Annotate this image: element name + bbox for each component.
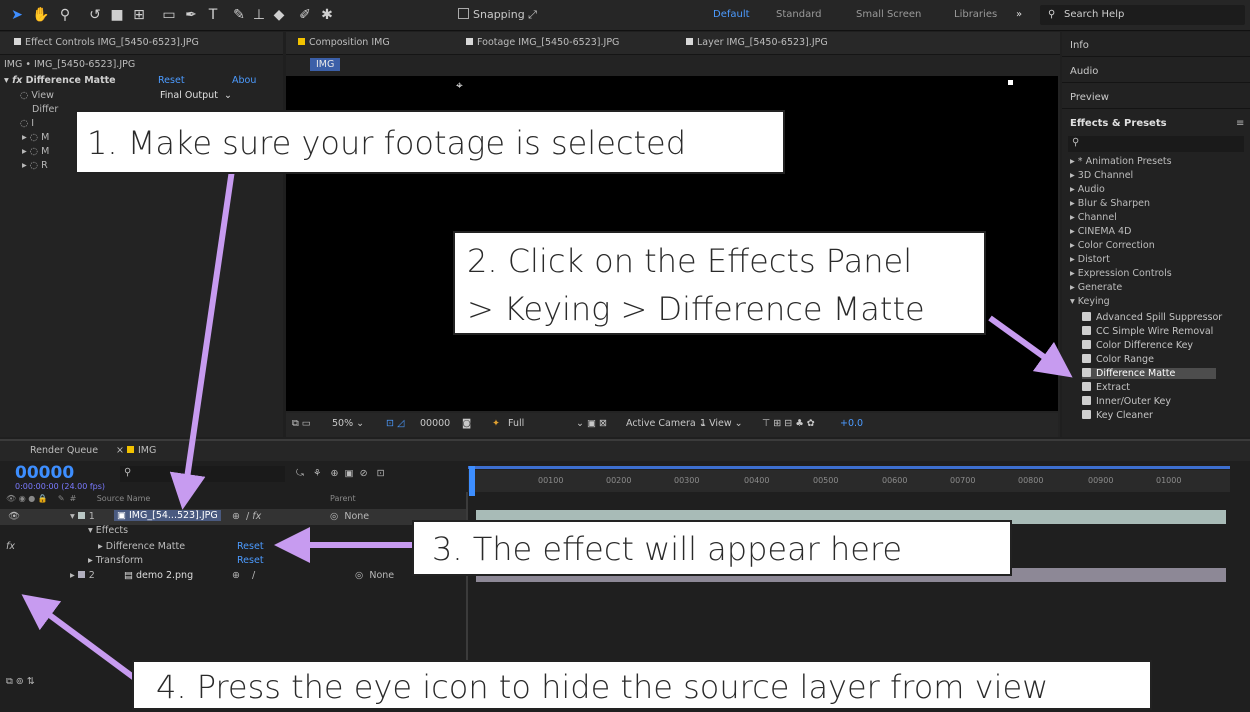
callout-step-4: 4. Press the eye icon to hide the source…	[132, 660, 1152, 710]
arrow-to-layer	[169, 169, 235, 510]
callout-step-2: 2. Click on the Effects Panel > Keying >…	[453, 231, 986, 335]
tutorial-arrows	[21, 169, 1073, 690]
arrow-to-difference-matte	[988, 315, 1073, 378]
callout-step-2-line-2: > Keying > Difference Matte	[467, 290, 925, 328]
callout-step-2-line-1: 2. Click on the Effects Panel	[467, 242, 913, 280]
callout-step-1: 1. Make sure your footage is selected	[75, 110, 785, 174]
callout-step-3: 3. The effect will appear here	[412, 520, 1012, 576]
